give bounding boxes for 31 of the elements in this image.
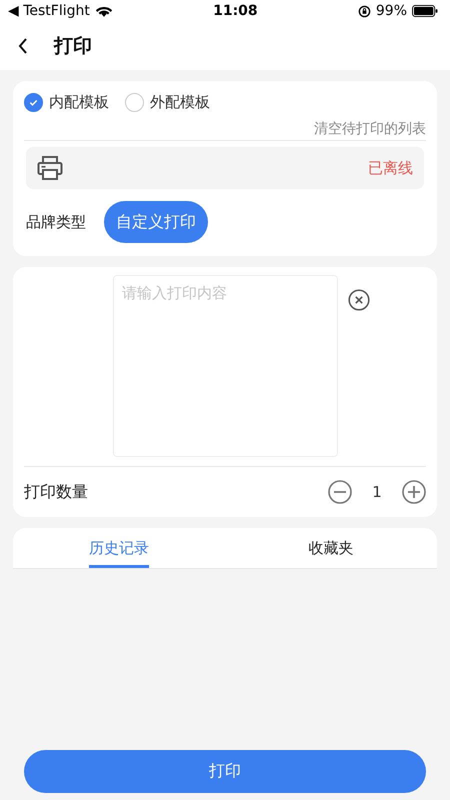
close-icon (348, 289, 370, 311)
template-radio[interactable]: 外配模板 (125, 93, 210, 112)
printer-icon (37, 155, 63, 181)
radio-indicator[interactable] (24, 93, 43, 112)
radio-label: 外配模板 (150, 93, 210, 112)
wifi-icon (94, 4, 113, 18)
print-button[interactable]: 打印 (24, 750, 426, 793)
battery-icon (412, 5, 438, 17)
clock-time: 11:08 (213, 3, 258, 19)
template-radio[interactable]: 内配模板 (24, 93, 109, 112)
increase-button[interactable] (402, 480, 426, 504)
content-input-field[interactable]: 请输入打印内容 (113, 275, 338, 457)
back-to-app-link[interactable]: ◀ TestFlight (8, 3, 90, 19)
plus-icon (402, 480, 426, 504)
check-icon (28, 97, 39, 108)
battery-percentage: 99% (376, 3, 408, 19)
minus-icon (328, 480, 352, 504)
rotation-lock-icon (358, 4, 371, 18)
printer-row[interactable]: 已离线 (26, 147, 424, 189)
back-icon (18, 38, 28, 54)
page-title: 打印 (54, 34, 92, 59)
brand-type-label: 品牌类型 (26, 212, 86, 232)
radio-label: 内配模板 (49, 93, 109, 112)
decrease-button[interactable] (328, 480, 352, 504)
radio-indicator[interactable] (125, 93, 144, 112)
custom-print-button[interactable]: 自定义打印 (104, 201, 208, 243)
quantity-label: 打印数量 (24, 482, 88, 502)
tab[interactable]: 收藏夹 (225, 528, 437, 568)
clear-list-link[interactable]: 清空待打印的列表 (314, 120, 426, 138)
quantity-value: 1 (371, 483, 383, 501)
printer-status: 已离线 (368, 158, 413, 178)
